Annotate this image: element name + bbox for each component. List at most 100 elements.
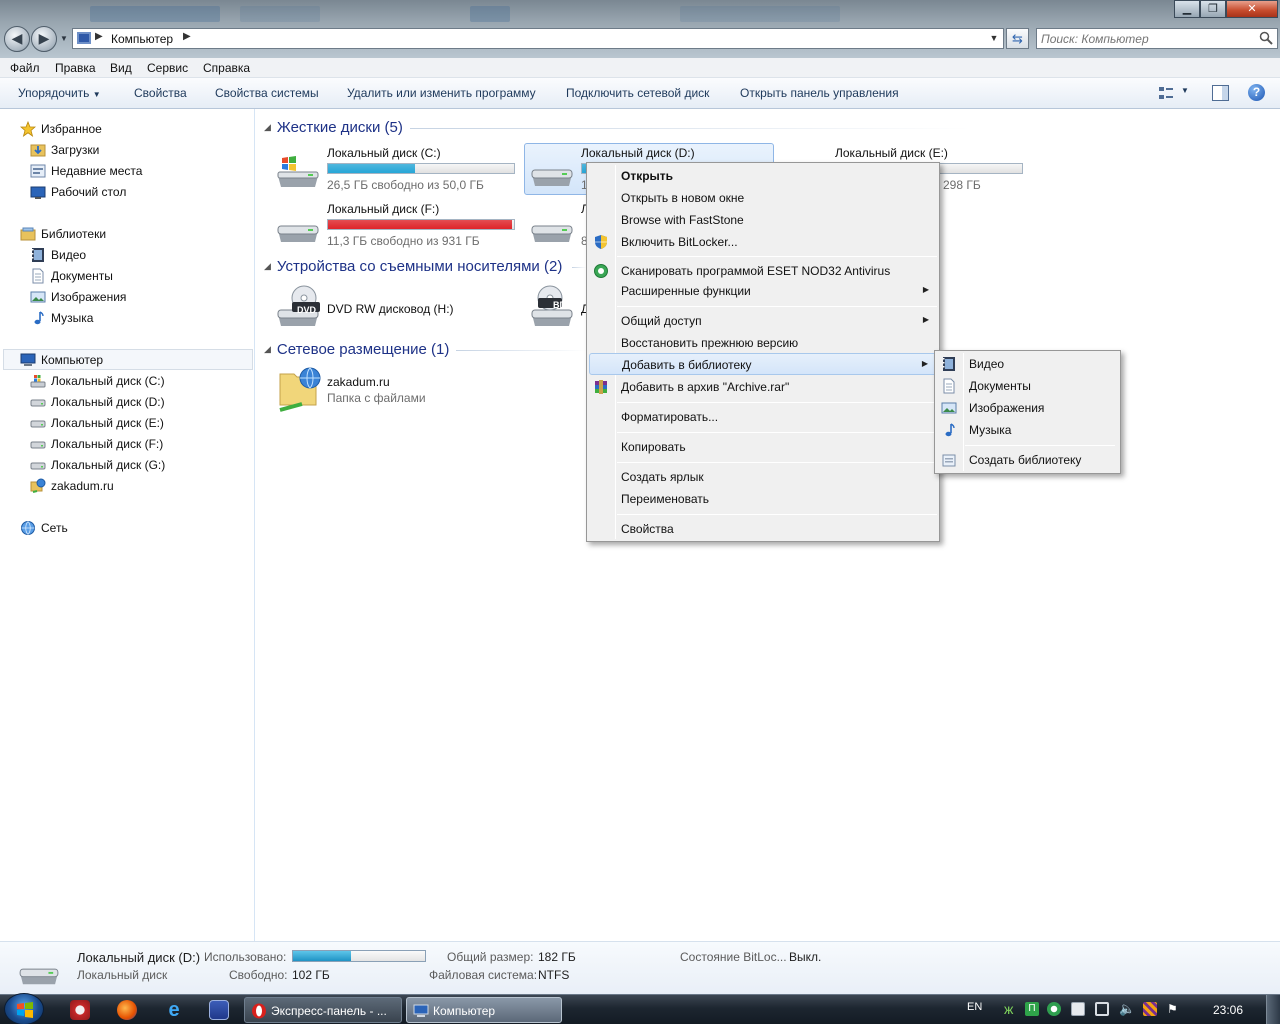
- menu-label: Создать библиотеку: [969, 453, 1082, 467]
- menu-eset-scan[interactable]: Сканировать программой ESET NOD32 Antivi…: [589, 260, 937, 282]
- close-button[interactable]: ✕: [1226, 0, 1278, 18]
- address-history-dropdown[interactable]: ▼: [985, 30, 1003, 47]
- task-label: Компьютер: [433, 1004, 496, 1018]
- address-bar[interactable]: ▶ Компьютер ▶ ▼: [72, 28, 1004, 49]
- breadcrumb-chevron-icon[interactable]: ▶: [95, 31, 103, 42]
- group-header-network[interactable]: ◢ Сетевое размещение (1): [264, 341, 449, 358]
- menu-rename[interactable]: Переименовать: [589, 488, 937, 510]
- images-library-icon: [941, 402, 957, 414]
- search-box[interactable]: [1036, 28, 1278, 49]
- network-folder-icon: [279, 367, 321, 412]
- volume-icon[interactable]: 🔈: [1119, 1002, 1135, 1016]
- menu-tools[interactable]: Сервис: [147, 61, 188, 75]
- drive-free-space: 11,3 ГБ свободно из 931 ГБ: [327, 234, 480, 248]
- start-button[interactable]: [4, 993, 44, 1024]
- winrar-tray-icon[interactable]: [1143, 1002, 1157, 1016]
- menu-restore-previous[interactable]: Восстановить прежнюю версию: [589, 332, 937, 354]
- chevron-down-icon: ▼: [60, 34, 68, 43]
- preview-pane-icon[interactable]: [1212, 85, 1229, 101]
- change-view-icon[interactable]: [1158, 85, 1174, 101]
- menu-advanced[interactable]: Расширенные функции ▶: [589, 280, 937, 302]
- group-divider: [410, 128, 970, 129]
- taskbar-explorer[interactable]: Компьютер: [406, 997, 562, 1023]
- organize-button[interactable]: Упорядочить ▼: [18, 86, 101, 100]
- drive-tile-bd[interactable]: BD Д: [526, 284, 588, 336]
- network-tray-icon[interactable]: [1095, 1002, 1109, 1016]
- quicklaunch-app-icon[interactable]: [70, 1000, 90, 1020]
- tray-window-icon[interactable]: [1071, 1002, 1085, 1016]
- menu-copy[interactable]: Копировать: [589, 436, 937, 458]
- menu-open[interactable]: Открыть: [589, 165, 937, 187]
- taskbar-opera[interactable]: Экспресс-панель - ...: [244, 997, 402, 1023]
- menu-bitlocker[interactable]: Включить BitLocker...: [589, 231, 937, 253]
- menu-add-to-archive[interactable]: Добавить в архив "Archive.rar": [589, 376, 937, 398]
- properties-button[interactable]: Свойства: [134, 86, 187, 100]
- open-control-panel-button[interactable]: Открыть панель управления: [740, 86, 899, 100]
- submenu-music[interactable]: Музыка: [937, 419, 1118, 441]
- refresh-button[interactable]: ⇆: [1006, 28, 1029, 49]
- help-icon[interactable]: ?: [1248, 84, 1265, 101]
- drive-tile-c[interactable]: Локальный диск (C:) 26,5 ГБ свободно из …: [272, 144, 522, 196]
- maximize-button[interactable]: ❐: [1200, 0, 1226, 18]
- search-icon[interactable]: [1259, 31, 1273, 45]
- breadcrumb-chevron-icon[interactable]: ▶: [183, 31, 191, 42]
- submenu-video[interactable]: Видео: [937, 353, 1118, 375]
- drive-tile-f[interactable]: Локальный диск (F:) 11,3 ГБ свободно из …: [272, 200, 522, 252]
- blurred-background: [90, 6, 220, 22]
- tray-butterfly-icon[interactable]: ж: [1004, 1002, 1018, 1016]
- minimize-button[interactable]: ▁: [1174, 0, 1200, 18]
- uninstall-program-button[interactable]: Удалить или изменить программу: [347, 86, 536, 100]
- menu-label: Изображения: [969, 401, 1045, 415]
- recent-pages-dropdown[interactable]: ▼: [59, 34, 69, 44]
- group-header-removable[interactable]: ◢ Устройства со съемными носителями (2): [264, 258, 562, 275]
- group-header-hard-disks[interactable]: ◢ Жесткие диски (5): [264, 119, 403, 136]
- action-center-flag-icon[interactable]: ⚑: [1167, 1002, 1181, 1016]
- submenu-documents[interactable]: Документы: [937, 375, 1118, 397]
- system-properties-button[interactable]: Свойства системы: [215, 86, 319, 100]
- eset-tray-icon[interactable]: [1047, 1002, 1061, 1016]
- drive-usage-fill: [328, 164, 416, 173]
- map-network-drive-button[interactable]: Подключить сетевой диск: [566, 86, 709, 100]
- show-desktop-button[interactable]: [1266, 995, 1280, 1024]
- firefox-icon[interactable]: [117, 1000, 137, 1020]
- menu-sharing[interactable]: Общий доступ ▶: [589, 310, 937, 332]
- submenu-create-library[interactable]: Создать библиотеку: [937, 449, 1118, 471]
- internet-explorer-icon[interactable]: e: [164, 1000, 184, 1020]
- libraries-icon: [20, 227, 36, 241]
- menu-separator: [617, 256, 937, 257]
- menu-open-new-window[interactable]: Открыть в новом окне: [589, 187, 937, 209]
- menu-label: Копировать: [621, 440, 686, 454]
- nav-label: Видео: [51, 248, 87, 262]
- breadcrumb-computer[interactable]: Компьютер: [111, 32, 173, 46]
- menu-browse-faststone[interactable]: Browse with FastStone: [589, 209, 937, 231]
- blurred-background: [680, 6, 840, 22]
- forward-button[interactable]: ▶: [31, 26, 57, 52]
- menu-create-shortcut[interactable]: Создать ярлык: [589, 466, 937, 488]
- back-button[interactable]: ◀: [4, 26, 30, 52]
- language-indicator[interactable]: EN: [967, 1001, 982, 1013]
- library-submenu: Видео Документы Изображения Музыка Созда…: [934, 350, 1121, 474]
- menu-format[interactable]: Форматировать...: [589, 406, 937, 428]
- drive-name: Локальный диск (C:): [327, 146, 441, 160]
- menu-file[interactable]: Файл: [10, 61, 40, 75]
- downloads-folder-icon: [30, 144, 46, 157]
- submenu-images[interactable]: Изображения: [937, 397, 1118, 419]
- menu-properties[interactable]: Свойства: [589, 518, 937, 540]
- drive-usage-bar: [327, 219, 515, 230]
- network-location-tile[interactable]: zakadum.ru Папка с файлами: [272, 366, 522, 418]
- hard-drive-icon: [30, 420, 46, 428]
- menu-help[interactable]: Справка: [203, 61, 250, 75]
- drive-tile-g[interactable]: Л 8: [526, 200, 588, 252]
- tray-app-icon[interactable]: П: [1025, 1002, 1039, 1016]
- clock[interactable]: 23:06: [1213, 1003, 1243, 1017]
- menu-edit[interactable]: Правка: [55, 61, 96, 75]
- menu-separator: [617, 514, 937, 515]
- nav-label: Локальный диск (F:): [51, 437, 164, 451]
- menu-add-to-library[interactable]: Добавить в библиотеку ▶: [589, 353, 937, 375]
- save-icon[interactable]: [209, 1000, 229, 1020]
- navigation-pane: Избранное Загрузки Недавние места Рабочи…: [0, 109, 255, 941]
- view-options-dropdown[interactable]: ▼: [1181, 86, 1189, 95]
- drive-tile-dvd[interactable]: DVD DVD RW дисковод (H:): [272, 284, 522, 336]
- menu-view[interactable]: Вид: [110, 61, 132, 75]
- search-input[interactable]: [1041, 31, 1251, 46]
